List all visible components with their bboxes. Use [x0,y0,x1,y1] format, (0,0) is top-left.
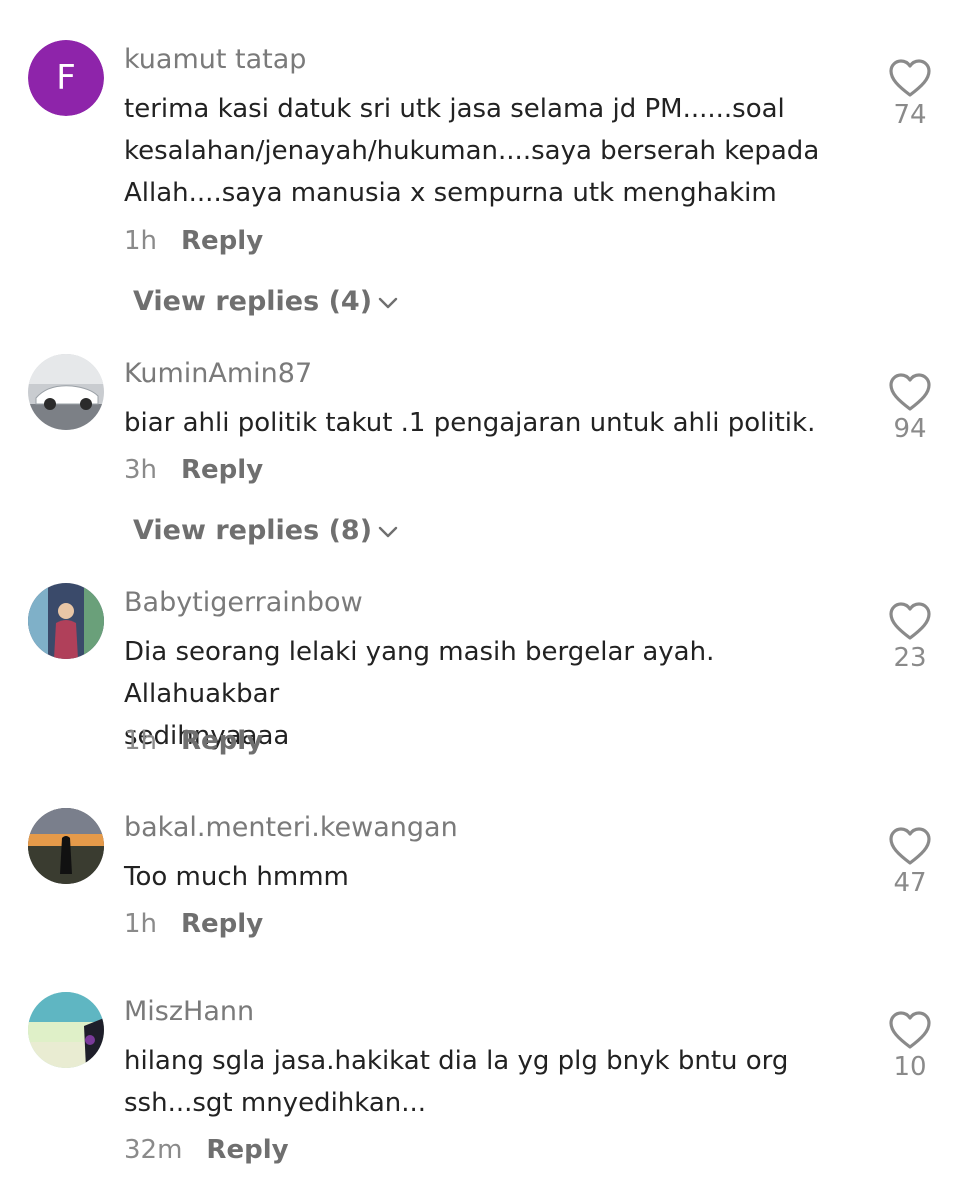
like-count: 10 [893,1052,927,1082]
comment-meta: 32m Reply [124,1137,289,1163]
like-button[interactable]: 23 [870,601,950,671]
reply-button[interactable]: Reply [181,909,263,939]
like-count: 23 [893,643,927,673]
like-button[interactable]: 94 [870,372,950,442]
comment-text: Too much hmmm [124,862,349,892]
comment-meta: 1h Reply [124,228,263,254]
comment-text: hilang sgla jasa.hakikat dia la yg plg b… [124,1046,789,1118]
like-button[interactable]: 74 [870,58,950,128]
comment-username[interactable]: bakal.menteri.kewangan [124,814,458,841]
reply-button[interactable]: Reply [181,226,263,256]
chevron-down-icon [378,297,398,308]
comment-username[interactable]: KuminAmin87 [124,360,312,387]
view-replies-button[interactable]: View replies (4) [133,288,398,315]
comment-time: 1h [124,726,158,756]
comment-text: biar ahli politik takut .1 pengajaran un… [124,408,816,438]
comment-username[interactable]: kuamut tatap [124,46,306,73]
reply-button[interactable]: Reply [181,455,263,485]
avatar[interactable] [28,583,104,659]
view-replies-label: View replies (8) [133,515,373,546]
comment-time: 1h [124,226,158,256]
comment-time: 32m [124,1135,183,1165]
view-replies-label: View replies (4) [133,286,373,317]
avatar[interactable]: F [28,40,104,116]
chevron-down-icon [378,526,398,537]
view-replies-button[interactable]: View replies (8) [133,517,398,544]
comment-text: terima kasi datuk sri utk jasa selama jd… [124,94,820,208]
comment-meta: 3h Reply [124,457,263,483]
heart-outline-icon [889,1011,931,1049]
like-button[interactable]: 10 [870,1010,950,1080]
comment-time: 3h [124,455,158,485]
heart-outline-icon [889,59,931,97]
heart-outline-icon [889,827,931,865]
avatar-image [28,808,104,884]
like-count: 47 [893,868,927,898]
comment-meta: 1h Reply [124,728,263,754]
like-count: 94 [893,414,927,444]
like-count: 74 [893,100,927,130]
heart-outline-icon [889,373,931,411]
like-button[interactable]: 47 [870,826,950,896]
comment-username[interactable]: Babytigerrainbow [124,589,363,616]
avatar[interactable] [28,992,104,1068]
heart-outline-icon [889,602,931,640]
avatar-image [28,992,104,1068]
avatar-image [28,354,104,430]
avatar-image [28,583,104,659]
avatar-letter: F [28,40,104,116]
avatar[interactable] [28,354,104,430]
comment-username[interactable]: MiszHann [124,998,254,1025]
avatar[interactable] [28,808,104,884]
reply-button[interactable]: Reply [181,726,263,756]
comment-meta: 1h Reply [124,911,263,937]
reply-button[interactable]: Reply [206,1135,288,1165]
comment-time: 1h [124,909,158,939]
